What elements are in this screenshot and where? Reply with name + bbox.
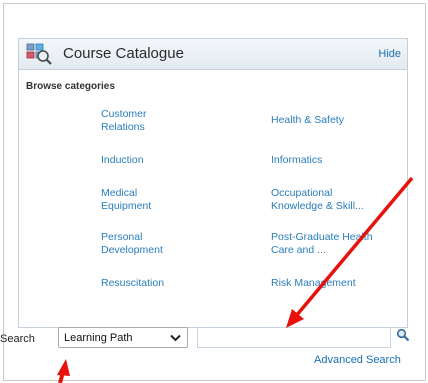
browse-categories-label: Browse categories	[26, 81, 115, 92]
search-type-value: Learning Path	[64, 332, 133, 344]
search-label: Search	[0, 333, 35, 345]
search-type-select[interactable]: Learning Path	[58, 327, 188, 348]
panel-title: Course Catalogue	[63, 45, 184, 62]
category-personal-development[interactable]: Personal Development	[101, 231, 163, 256]
hide-link[interactable]: Hide	[378, 48, 401, 60]
advanced-search-link[interactable]: Advanced Search	[314, 354, 401, 366]
catalogue-icon	[26, 43, 52, 65]
category-occupational-knowledge[interactable]: Occupational Knowledge & Skill...	[271, 187, 364, 212]
category-informatics[interactable]: Informatics	[271, 154, 322, 167]
chevron-down-icon	[170, 334, 181, 342]
category-resuscitation[interactable]: Resuscitation	[101, 277, 164, 290]
category-customer-relations[interactable]: Customer Relations	[101, 108, 147, 133]
search-input[interactable]	[197, 327, 391, 348]
category-induction[interactable]: Induction	[101, 154, 144, 167]
panel-header: Course Catalogue Hide	[19, 39, 407, 70]
course-catalogue-panel: Course Catalogue Hide Browse categories …	[18, 38, 408, 328]
category-medical-equipment[interactable]: Medical Equipment	[101, 187, 151, 212]
search-icon[interactable]	[396, 328, 410, 342]
category-health-safety[interactable]: Health & Safety	[271, 114, 344, 127]
category-post-graduate-health-care[interactable]: Post-Graduate Health Care and ...	[271, 231, 373, 256]
category-risk-management[interactable]: Risk Management	[271, 277, 356, 290]
